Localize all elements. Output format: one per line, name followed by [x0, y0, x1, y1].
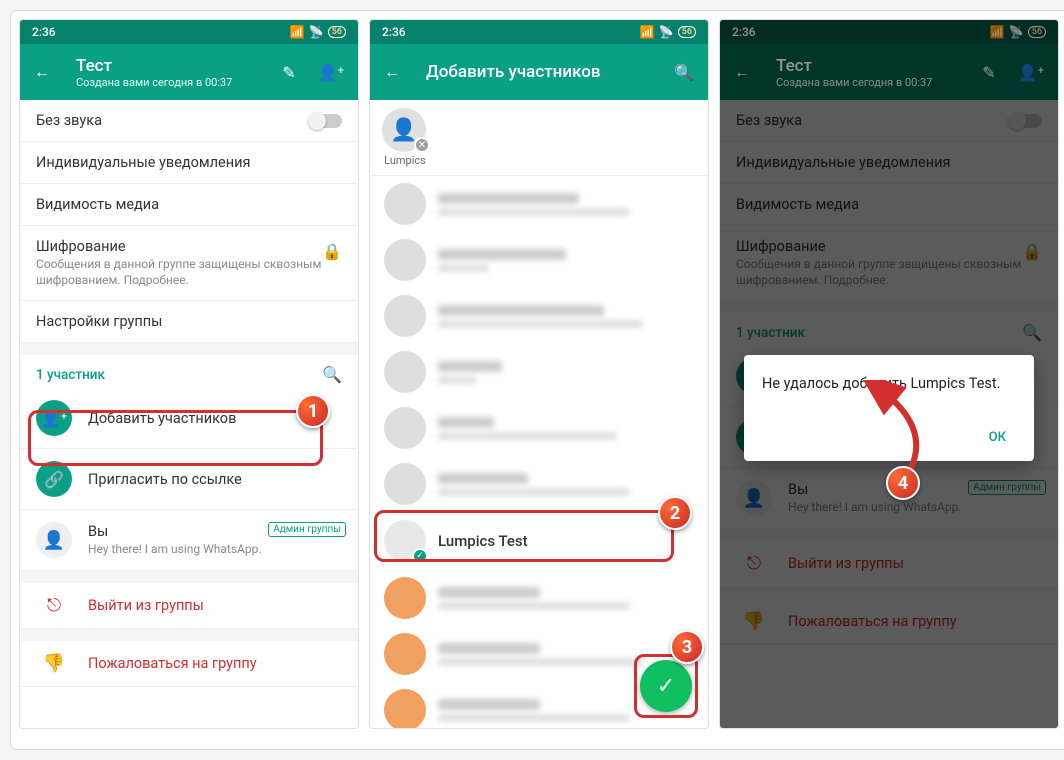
group-subtitle: Создана вами сегодня в 00:37 [76, 76, 260, 89]
invite-link-label: Пригласить по ссылке [88, 471, 342, 488]
report-label: Пожаловаться на группу [88, 655, 342, 672]
lock-icon: 🔒 [322, 242, 342, 261]
battery-icon: 56 [678, 26, 696, 38]
callout-3: 3 [670, 630, 704, 664]
back-icon[interactable]: ← [34, 62, 54, 82]
selected-contact-chip[interactable]: 👤 ✕ Lumpics [382, 108, 428, 167]
add-person-icon[interactable]: 👤⁺ [318, 63, 344, 82]
status-bar: 2:36 📶 📡 56 [370, 20, 708, 44]
callout-4: 4 [886, 466, 920, 500]
phone-screen-3: 2:36 📶 📡 56 ← Тест Создана вами сегодня … [719, 19, 1059, 729]
you-status: Hey there! I am using WhatsApp. [88, 542, 342, 558]
error-dialog: Не удалось добавить Lumpics Test. ОК [744, 355, 1034, 461]
status-icons: 📶 📡 56 [640, 25, 696, 39]
selected-chips-row: 👤 ✕ Lumpics [370, 100, 708, 176]
mute-row[interactable]: Без звука [20, 100, 358, 142]
avatar: 👤 [36, 522, 72, 558]
exit-group-row[interactable]: ⎋ Выйти из группы [20, 583, 358, 629]
content-area: Без звука Индивидуальные уведомления Вид… [20, 100, 358, 728]
report-group-row[interactable]: 👎 Пожаловаться на группу [20, 641, 358, 687]
chip-label: Lumpics [382, 154, 428, 167]
app-header: ← Тест Создана вами сегодня в 00:37 ✎ 👤⁺ [20, 44, 358, 100]
callout-1: 1 [296, 394, 330, 428]
callout-2: 2 [658, 496, 692, 530]
wifi-icon: 📡 [659, 25, 674, 39]
mute-label: Без звука [36, 112, 294, 129]
custom-notifications-row[interactable]: Индивидуальные уведомления [20, 142, 358, 184]
group-settings-label: Настройки группы [36, 313, 342, 330]
screen-title: Добавить участников [426, 62, 652, 82]
content-area: 👤 ✕ Lumpics ✓ Lumpics Test [370, 100, 708, 728]
admin-badge: Админ группы [268, 522, 346, 537]
exit-label: Выйти из группы [88, 597, 342, 614]
search-participants-icon[interactable]: 🔍 [322, 365, 342, 384]
phone-screen-2: 2:36 📶 📡 56 ← Добавить участников 🔍 👤 ✕ … [369, 19, 709, 729]
wifi-icon: 📡 [309, 25, 324, 39]
group-settings-row[interactable]: Настройки группы [20, 301, 358, 343]
encryption-row[interactable]: Шифрование Сообщения в данной группе защ… [20, 226, 358, 301]
media-visibility-row[interactable]: Видимость медиа [20, 184, 358, 226]
contact-name: Lumpics Test [438, 532, 528, 550]
contact-list-blurred [370, 176, 708, 512]
mute-toggle[interactable] [310, 114, 342, 128]
clock: 2:36 [32, 25, 56, 39]
edit-icon[interactable]: ✎ [282, 63, 295, 82]
exit-icon: ⎋ [36, 595, 72, 616]
encryption-label: Шифрование [36, 238, 342, 255]
add-person-circle-icon: 👤⁺ [36, 400, 72, 436]
invite-link-row[interactable]: 🔗 Пригласить по ссылке [20, 449, 358, 510]
participants-count: 1 участник [36, 367, 105, 383]
clock: 2:36 [382, 25, 406, 39]
app-header: ← Добавить участников 🔍 [370, 44, 708, 100]
group-title: Тест [76, 56, 260, 76]
back-icon[interactable]: ← [384, 62, 404, 82]
participants-section-header: 1 участник 🔍 [20, 355, 358, 388]
confirm-fab[interactable]: ✓ [640, 660, 692, 712]
signal-icon: 📶 [640, 25, 655, 39]
ok-button[interactable]: ОК [979, 422, 1016, 453]
signal-icon: 📶 [290, 25, 305, 39]
phone-screen-1: 2:36 📶 📡 56 ← Тест Создана вами сегодня … [19, 19, 359, 729]
contact-lumpics-test[interactable]: ✓ Lumpics Test [370, 512, 708, 570]
battery-icon: 56 [328, 26, 346, 38]
you-row[interactable]: 👤 Вы Hey there! I am using WhatsApp. Адм… [20, 510, 358, 571]
thumbs-down-icon: 👎 [36, 653, 72, 674]
status-bar: 2:36 📶 📡 56 [20, 20, 358, 44]
remove-chip-icon[interactable]: ✕ [414, 137, 430, 153]
custom-notif-label: Индивидуальные уведомления [36, 154, 342, 171]
search-icon[interactable]: 🔍 [674, 63, 694, 82]
dialog-message: Не удалось добавить Lumpics Test. [762, 375, 1016, 392]
contact-avatar: ✓ [384, 520, 426, 562]
selected-check-icon: ✓ [412, 548, 428, 564]
link-icon: 🔗 [36, 461, 72, 497]
media-vis-label: Видимость медиа [36, 196, 342, 213]
status-icons: 📶 📡 56 [290, 25, 346, 39]
encryption-sublabel: Сообщения в данной группе защищены сквоз… [36, 257, 342, 288]
